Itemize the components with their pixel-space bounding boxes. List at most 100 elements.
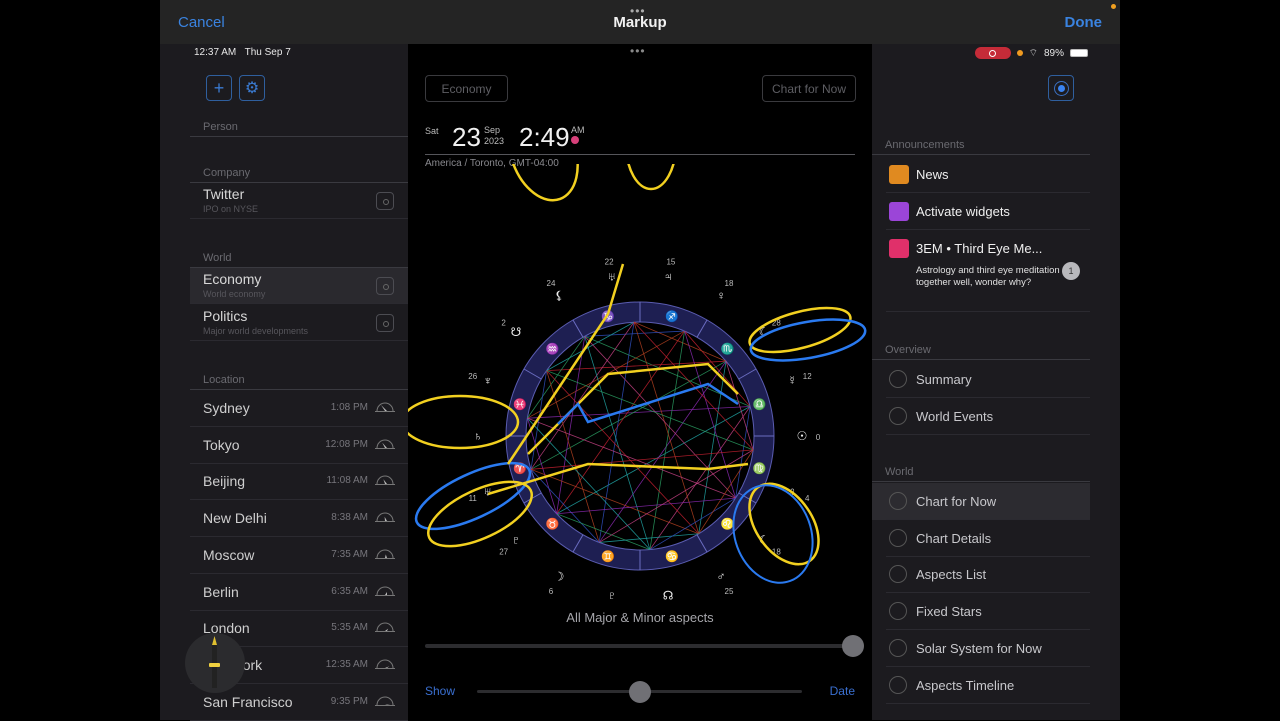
night-icon (375, 696, 395, 706)
planet-degree: 24 (547, 279, 556, 288)
company-item-twitter[interactable]: Twitter IPO on NYSE (190, 183, 408, 219)
planet-degree: 2 (501, 319, 506, 328)
date-slider-knob[interactable] (628, 681, 651, 703)
location-item[interactable]: Berlin 6:35 AM (190, 574, 408, 611)
morning-icon (375, 549, 395, 559)
announcement-3em[interactable]: 3EM • Third Eye Me... Astrology and thir… (872, 230, 1090, 312)
section-world: World (203, 252, 232, 264)
settings-button[interactable]: ⚙ (239, 75, 265, 101)
battery-percent: 89% (1043, 47, 1064, 59)
show-button[interactable]: Show (425, 684, 455, 698)
aspects-label: All Major & Minor aspects (566, 610, 714, 625)
mic-indicator-icon (1016, 50, 1023, 56)
pencil-tool[interactable] (185, 633, 245, 693)
location-item[interactable]: Beijing 11:08 AM (190, 463, 408, 501)
item-title: Politics (203, 308, 248, 324)
battery-icon (1070, 49, 1088, 57)
zodiac-sign-glyph: ♓ (513, 398, 527, 411)
midnight-icon (375, 659, 395, 669)
grid-icon (889, 565, 907, 584)
third-eye-icon (889, 239, 909, 258)
local-time: 6:35 AM (331, 585, 368, 597)
city-name: Sydney (203, 400, 250, 416)
zodiac-sign-glyph: ♊ (601, 550, 615, 563)
done-button[interactable]: Done (1065, 14, 1103, 31)
day-high-icon (375, 475, 395, 486)
planet-glyph: ♀ (717, 289, 726, 303)
item-label: News (916, 167, 949, 182)
location-item[interactable]: Sydney 1:08 PM (190, 390, 408, 427)
city-name: Tokyo (203, 436, 240, 453)
nav-item-fixed-stars[interactable]: Fixed Stars (872, 593, 1090, 631)
local-time: 7:35 AM (331, 548, 368, 560)
grabber-icon[interactable]: ••• (630, 44, 646, 58)
globe-icon (889, 406, 907, 425)
item-label: World Events (916, 408, 994, 424)
markup-yellow-circle (426, 480, 534, 548)
local-time: 1:08 PM (330, 402, 368, 413)
nav-item-world-events[interactable]: World Events (872, 398, 1090, 435)
planet-glyph: ☋ (511, 325, 522, 339)
markup-yellow-circle (408, 394, 520, 450)
right-sidebar: ⌔ 89% Announcements News Activate widget… (872, 44, 1120, 720)
aspects-slider-knob[interactable] (842, 635, 864, 657)
location-item[interactable]: Tokyo 12:08 PM (190, 427, 408, 464)
star-icon (889, 602, 907, 621)
local-time: 8:38 AM (331, 512, 368, 524)
item-settings-icon[interactable] (376, 277, 394, 295)
aspects-slider[interactable] (425, 635, 864, 657)
date-button[interactable]: Date (830, 684, 855, 698)
item-settings-icon[interactable] (376, 314, 394, 332)
dawn-icon (375, 622, 395, 633)
item-settings-icon[interactable] (376, 192, 394, 210)
day-high-icon (375, 402, 395, 412)
chart-for-now-button[interactable]: Chart for Now (762, 75, 856, 102)
date-slider[interactable] (477, 681, 802, 703)
location-item[interactable]: New Delhi 8:38 AM (190, 500, 408, 538)
broadcast-icon (1057, 84, 1065, 92)
planet-degree: 4 (805, 494, 810, 503)
world-item-politics[interactable]: Politics Major world developments (190, 305, 408, 341)
privacy-indicator (1111, 4, 1116, 9)
nav-item-chart-for-now[interactable]: Chart for Now (872, 483, 1090, 520)
nav-item-summary[interactable]: Summary (872, 361, 1090, 398)
nav-item-solar-system-for-now[interactable]: Solar System for Now (872, 630, 1090, 667)
city-name: San Francisco (203, 693, 293, 710)
section-world: World (885, 466, 914, 478)
plus-icon: + (213, 77, 225, 98)
astrology-chart-wheel[interactable]: ♈♉♊♋♌♍♎♏♐♑♒♓♆26♄♅11♇27☽6♇26☊3♂25☾18♀4☉0☿… (408, 164, 872, 604)
location-item[interactable]: Moscow 7:35 AM (190, 537, 408, 574)
city-name: Beijing (203, 473, 246, 490)
item-subtitle: IPO on NYSE (203, 204, 259, 214)
planet-glyph: ♆ (483, 374, 492, 388)
chart-pane: ••• Economy Chart for Now Sat 23 Sep 2023… (408, 44, 872, 720)
widgets-icon (889, 202, 909, 221)
economy-pill-button[interactable]: Economy (425, 75, 508, 102)
announcement-description: Astrology and third eye meditation go to… (916, 265, 1073, 288)
nav-item-aspects-timeline[interactable]: Aspects Timeline (872, 667, 1090, 704)
gear-icon: ⚙ (244, 80, 260, 97)
broadcast-button[interactable] (1048, 75, 1074, 101)
nav-item-aspects-list[interactable]: Aspects List (872, 556, 1090, 594)
world-item-economy[interactable]: Economy World economy (190, 268, 408, 304)
nav-item-chart-details[interactable]: Chart Details (872, 520, 1090, 557)
screen-recording-icon (974, 47, 1011, 59)
status-time: 12:37 AM Thu Sep 7 (194, 47, 291, 58)
markup-toolbar: ••• Cancel Markup Done (160, 0, 1120, 44)
chart-datetime[interactable]: Sat 23 Sep 2023 2:49 AM (425, 122, 857, 152)
chart-wheel-icon (889, 492, 907, 510)
item-title: Twitter (203, 186, 245, 202)
announcement-news[interactable]: News (872, 156, 1090, 193)
local-time: 9:35 PM (330, 695, 368, 707)
local-time: 12:08 PM (325, 438, 368, 450)
city-name: Berlin (203, 583, 239, 600)
divider (425, 154, 855, 155)
announcement-widgets[interactable]: Activate widgets (872, 193, 1090, 230)
section-location: Location (203, 374, 245, 386)
add-button[interactable]: + (206, 75, 232, 101)
divider (190, 136, 408, 137)
item-label: Aspects Timeline (916, 677, 1015, 693)
planet-degree: 26 (468, 372, 477, 381)
planet-degree: 27 (499, 547, 508, 556)
item-label: Aspects List (916, 567, 987, 583)
